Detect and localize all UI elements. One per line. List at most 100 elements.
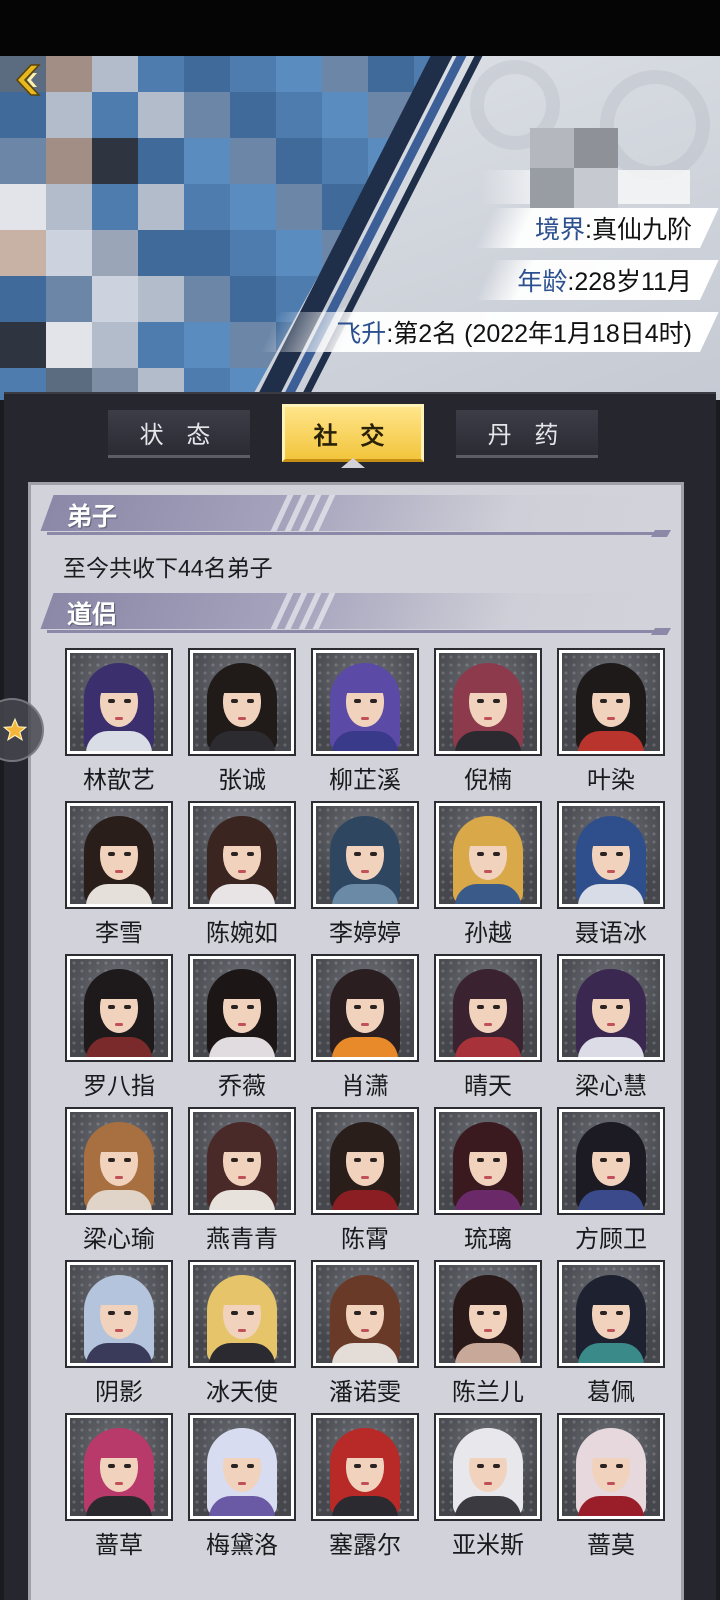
partners-title: 道侣 xyxy=(67,600,118,629)
censor-block xyxy=(92,322,138,368)
partner-card[interactable]: 晴天 xyxy=(434,954,542,1104)
tab-status[interactable]: 状 态 xyxy=(108,410,250,458)
partner-card[interactable]: 梁心瑜 xyxy=(65,1107,173,1257)
partner-avatar-frame xyxy=(557,801,665,909)
partner-avatar-frame xyxy=(557,1107,665,1215)
realm-value: 真仙九阶 xyxy=(591,216,692,244)
censor-block xyxy=(230,276,276,322)
partner-card[interactable]: 李婷婷 xyxy=(311,801,419,951)
partner-avatar xyxy=(70,1112,168,1210)
ascension-label: 飞升 xyxy=(336,320,387,348)
realm-label: 境界 xyxy=(535,216,586,244)
censor-block xyxy=(138,138,184,184)
censor-block xyxy=(230,92,276,138)
partner-avatar-frame xyxy=(311,1107,419,1215)
censor-block xyxy=(276,138,322,184)
partner-card[interactable]: 柳芷溪 xyxy=(311,648,419,798)
partner-name: 张诚 xyxy=(218,766,266,794)
detail-panel: 状 态 社 交 丹 药 弟子 至今共收下44名弟子 道侣 林歆艺 张诚 柳芷溪 … xyxy=(4,392,716,1600)
tab-pills[interactable]: 丹 药 xyxy=(456,410,598,458)
censor-block xyxy=(184,92,230,138)
partner-card[interactable]: 孙越 xyxy=(434,801,542,951)
partner-card[interactable]: 陈霄 xyxy=(311,1107,419,1257)
partner-card[interactable]: 亚米斯 xyxy=(434,1413,542,1563)
censor-block xyxy=(184,276,230,322)
disciples-section-header: 弟子 xyxy=(39,495,674,537)
partner-avatar xyxy=(193,806,291,904)
censor-block xyxy=(46,230,92,276)
partner-name: 聂语冰 xyxy=(575,919,647,947)
censor-block xyxy=(46,184,92,230)
partners-section-header: 道侣 xyxy=(39,593,674,635)
partner-avatar xyxy=(70,959,168,1057)
partner-card[interactable]: 梁心慧 xyxy=(557,954,665,1104)
censor-block xyxy=(184,138,230,184)
partner-card[interactable]: 梅黛洛 xyxy=(188,1413,296,1563)
partner-avatar-frame xyxy=(188,954,296,1062)
censor-block xyxy=(276,184,322,230)
partner-avatar xyxy=(70,806,168,904)
partner-name: 李雪 xyxy=(95,919,143,947)
partner-card[interactable]: 塞露尔 xyxy=(311,1413,419,1563)
partner-card[interactable]: 罗八指 xyxy=(65,954,173,1104)
tab-bar: 状 态 社 交 丹 药 xyxy=(4,400,716,468)
censor-block xyxy=(92,230,138,276)
partner-card[interactable]: 阴影 xyxy=(65,1260,173,1410)
censor-block xyxy=(46,92,92,138)
censor-block xyxy=(184,230,230,276)
partner-card[interactable]: 叶染 xyxy=(557,648,665,798)
partner-card[interactable]: 蔷草 xyxy=(65,1413,173,1563)
partner-card[interactable]: 冰天使 xyxy=(188,1260,296,1410)
partner-card[interactable]: 倪楠 xyxy=(434,648,542,798)
partner-card[interactable]: 蔷莫 xyxy=(557,1413,665,1563)
partner-avatar xyxy=(439,1112,537,1210)
censor-block xyxy=(138,230,184,276)
censor-block xyxy=(230,184,276,230)
partner-name: 蔷莫 xyxy=(587,1531,635,1559)
partner-card[interactable]: 陈兰儿 xyxy=(434,1260,542,1410)
partner-avatar-frame xyxy=(434,1107,542,1215)
censor-block xyxy=(92,184,138,230)
partner-card[interactable]: 陈婉如 xyxy=(188,801,296,951)
partner-avatar xyxy=(316,806,414,904)
censor-block xyxy=(138,322,184,368)
realm-row: 境界:真仙九阶 xyxy=(475,208,719,248)
partner-card[interactable]: 张诚 xyxy=(188,648,296,798)
partner-avatar xyxy=(193,1112,291,1210)
partner-card[interactable]: 潘诺雯 xyxy=(311,1260,419,1410)
partner-name: 燕青青 xyxy=(206,1225,278,1253)
partner-card[interactable]: 乔薇 xyxy=(188,954,296,1104)
partner-card[interactable]: 肖潇 xyxy=(311,954,419,1104)
partner-avatar-frame xyxy=(557,954,665,1062)
partner-avatar xyxy=(439,959,537,1057)
partner-name: 方顾卫 xyxy=(575,1225,647,1253)
partner-name: 琉璃 xyxy=(464,1225,512,1253)
partner-name: 阴影 xyxy=(95,1378,143,1406)
partner-card[interactable]: 琉璃 xyxy=(434,1107,542,1257)
partner-card[interactable]: 李雪 xyxy=(65,801,173,951)
censor-block xyxy=(92,138,138,184)
partner-avatar xyxy=(193,653,291,751)
partner-avatar-frame xyxy=(65,801,173,909)
partner-card[interactable]: 燕青青 xyxy=(188,1107,296,1257)
disciples-title: 弟子 xyxy=(67,502,118,531)
back-button[interactable] xyxy=(8,60,48,100)
partner-card[interactable]: 葛佩 xyxy=(557,1260,665,1410)
censor-block xyxy=(276,230,322,276)
partner-name: 倪楠 xyxy=(464,766,512,794)
partner-card[interactable]: 聂语冰 xyxy=(557,801,665,951)
partner-avatar-frame xyxy=(188,1107,296,1215)
censor-block xyxy=(92,276,138,322)
censor-block xyxy=(138,92,184,138)
partner-avatar xyxy=(193,1418,291,1516)
partner-avatar xyxy=(562,1265,660,1363)
disciples-summary: 至今共收下44名弟子 xyxy=(63,555,273,581)
partner-card[interactable]: 方顾卫 xyxy=(557,1107,665,1257)
partner-card[interactable]: 林歆艺 xyxy=(65,648,173,798)
censor-block xyxy=(46,138,92,184)
social-content: 弟子 至今共收下44名弟子 道侣 林歆艺 张诚 柳芷溪 倪楠 叶染李雪 陈婉如 李婷婷 孙越 聂… xyxy=(28,482,684,1600)
partner-avatar xyxy=(439,653,537,751)
tab-social[interactable]: 社 交 xyxy=(282,404,424,462)
age-label: 年龄 xyxy=(517,268,568,296)
censor-block xyxy=(322,138,368,184)
